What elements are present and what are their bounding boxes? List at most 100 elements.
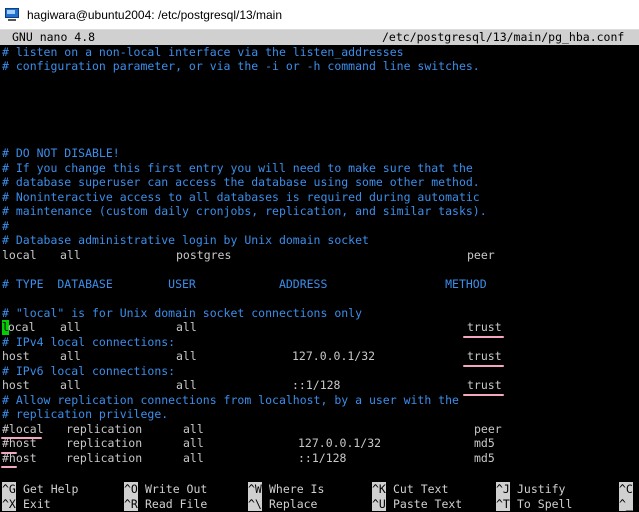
comment-text: # IPv6 local connections: xyxy=(2,363,176,378)
shortcut-key[interactable]: ^X xyxy=(2,496,16,511)
buffer-line: # Database administrative login by Unix … xyxy=(0,233,639,248)
row-method: trust xyxy=(467,349,502,363)
row-user: all xyxy=(183,450,204,465)
row-method: md5 xyxy=(474,450,495,465)
row-database: replication xyxy=(66,450,143,465)
config-row: #host replication all::1/128 md5 xyxy=(0,451,639,466)
buffer-line xyxy=(0,88,639,103)
buffer-line: # listen on a non-local interface via th… xyxy=(0,45,639,60)
nano-editor[interactable]: GNU nano 4.8 /etc/postgresql/13/main/pg_… xyxy=(0,30,639,512)
row-method: trust xyxy=(467,320,502,334)
row-database: replication xyxy=(66,421,143,436)
shortcut-key[interactable]: ^C xyxy=(619,482,633,497)
shortcut-key[interactable]: ^O xyxy=(124,482,138,497)
config-row: local all postgres peer xyxy=(0,248,639,263)
row-type: host xyxy=(2,378,30,392)
buffer-line: # If you change this first entry you wil… xyxy=(0,161,639,176)
row-user: postgres xyxy=(176,247,232,262)
config-row: l ocal all all trust xyxy=(0,320,639,335)
comment-text: # Allow replication connections from loc… xyxy=(2,392,459,407)
terminal-window: hagiwara@ubuntu2004: /etc/postgresql/13/… xyxy=(0,0,639,512)
shortcut-label[interactable]: Justify xyxy=(517,482,565,497)
config-row: #host replication all 127.0.0.1/32 md5 xyxy=(0,436,639,451)
config-row: host all all::1/128 trust xyxy=(0,378,639,393)
comment-text: # "local" is for Unix domain socket conn… xyxy=(2,305,363,320)
row-database: replication xyxy=(66,436,143,450)
row-user: all xyxy=(176,378,197,392)
comment-text: # replication privilege. xyxy=(2,407,169,421)
shortcut-key[interactable]: ^T xyxy=(496,496,510,511)
row-database: all xyxy=(60,349,81,363)
shortcut-key[interactable]: ^K xyxy=(372,482,386,497)
row-address: ::1/128 xyxy=(298,450,347,465)
comment-text: # listen on a non-local interface via th… xyxy=(2,44,404,59)
buffer-line: # DO NOT DISABLE! xyxy=(0,146,639,161)
buffer-line xyxy=(0,117,639,132)
comment-text: # Database administrative login by Unix … xyxy=(2,233,369,247)
shortcut-key[interactable]: ^R xyxy=(124,496,138,511)
comment-text: # database superuser can access the data… xyxy=(2,175,480,189)
row-address: 127.0.0.1/32 xyxy=(298,436,382,450)
window-title: hagiwara@ubuntu2004: /etc/postgresql/13/… xyxy=(27,7,283,22)
row-type: #local xyxy=(2,421,44,436)
comment-text: # xyxy=(2,218,9,233)
shortcut-key[interactable]: ^U xyxy=(372,496,386,511)
shortcut-label[interactable]: Where Is xyxy=(269,482,324,497)
comment-text: # TYPE DATABASE USER ADDRESS METHOD xyxy=(2,276,487,291)
row-type: host xyxy=(2,349,30,363)
shortcut-label[interactable]: To Spell xyxy=(517,497,572,512)
shortcut-label[interactable]: Cut Text xyxy=(393,482,448,497)
row-user: all xyxy=(176,320,197,334)
row-database: all xyxy=(60,247,81,262)
shortcut-key[interactable]: ^W xyxy=(248,482,262,497)
row-user: all xyxy=(176,349,197,363)
buffer-line xyxy=(0,74,639,89)
terminal-app-icon xyxy=(5,7,21,22)
window-titlebar[interactable]: hagiwara@ubuntu2004: /etc/postgresql/13/… xyxy=(0,0,639,30)
buffer-line: # maintenance (custom daily cronjobs, re… xyxy=(0,204,639,219)
buffer-line xyxy=(0,132,639,147)
shortcut-key[interactable]: ^J xyxy=(496,482,510,497)
config-row: #local replication all peer xyxy=(0,422,639,437)
comment-text: # DO NOT DISABLE! xyxy=(2,146,120,160)
row-type: ocal xyxy=(7,320,36,334)
buffer-line: # database superuser can access the data… xyxy=(0,175,639,190)
row-address: ::1/128 xyxy=(292,378,341,392)
shortcut-key[interactable]: ^G xyxy=(2,482,16,497)
nano-file-path: /etc/postgresql/13/main/pg_hba.conf xyxy=(382,30,625,44)
row-database: all xyxy=(60,378,81,392)
shortcut-label[interactable]: Read File xyxy=(145,497,207,512)
row-method: peer xyxy=(474,421,502,436)
row-database: all xyxy=(60,320,81,334)
row-user: all xyxy=(183,421,204,436)
row-method: peer xyxy=(467,247,495,262)
comment-text: # IPv4 local connections: xyxy=(2,334,176,349)
row-address: 127.0.0.1/32 xyxy=(292,349,376,363)
comment-text: # If you change this first entry you wil… xyxy=(2,160,473,175)
row-type: #host xyxy=(2,436,37,450)
buffer-line xyxy=(0,103,639,118)
shortcut-key[interactable]: ^\ xyxy=(248,496,262,511)
shortcut-key[interactable]: ^_ xyxy=(619,496,633,511)
comment-text: # configuration parameter, or via the -i… xyxy=(2,59,480,73)
shortcut-label[interactable]: Get Help xyxy=(23,482,78,497)
buffer-line: # replication privilege. xyxy=(0,407,639,422)
row-type: #host xyxy=(2,450,37,465)
config-row: host all all 127.0.0.1/32 trust xyxy=(0,349,639,364)
shortcut-label[interactable]: Paste Text xyxy=(393,497,462,512)
buffer-line: # configuration parameter, or via the -i… xyxy=(0,59,639,74)
buffer-line: # IPv6 local connections: xyxy=(0,364,639,379)
buffer-line: # Noninteractive access to all databases… xyxy=(0,190,639,205)
shortcut-label[interactable]: Exit xyxy=(23,497,51,512)
shortcut-label[interactable]: Write Out xyxy=(145,482,207,497)
comment-text: # Noninteractive access to all databases… xyxy=(2,189,480,204)
method-annotation-underline xyxy=(463,335,505,338)
buffer-line: # Allow replication connections from loc… xyxy=(0,393,639,408)
shortcut-label[interactable]: Replace xyxy=(269,497,317,512)
method-annotation-underline xyxy=(463,364,505,367)
buffer-line: # xyxy=(0,219,639,234)
buffer-line: # IPv4 local connections: xyxy=(0,335,639,350)
row-method: md5 xyxy=(474,436,495,450)
buffer-line xyxy=(0,291,639,306)
row-method: trust xyxy=(467,378,502,392)
